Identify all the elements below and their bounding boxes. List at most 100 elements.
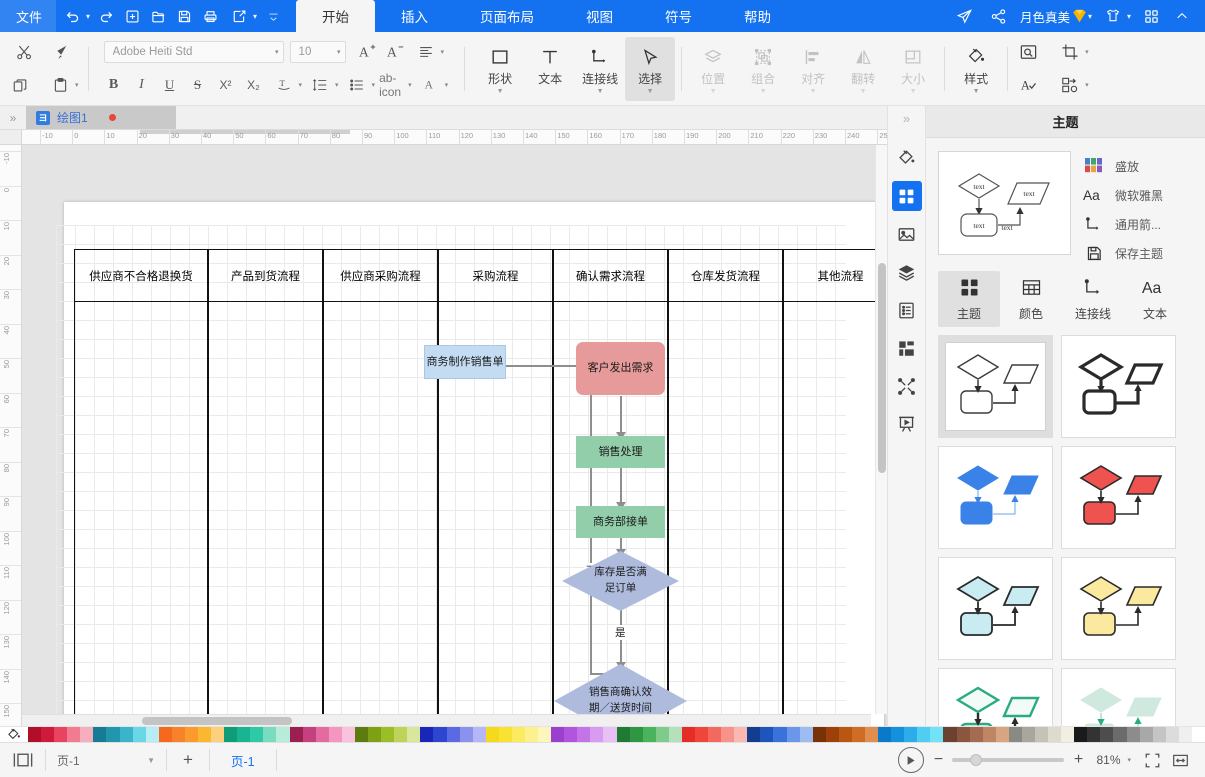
theme-thumbnail[interactable] — [1061, 668, 1176, 726]
rail-theme-button[interactable] — [891, 181, 922, 211]
theme-thumbnail[interactable] — [938, 335, 1053, 438]
color-swatch[interactable] — [433, 727, 447, 743]
crop-button[interactable]: ▾ — [1054, 38, 1091, 66]
color-swatch[interactable] — [1113, 727, 1127, 743]
color-swatch[interactable] — [551, 727, 565, 743]
color-swatch[interactable] — [158, 727, 172, 743]
font-size-select[interactable]: 10 ▾ — [289, 41, 346, 63]
chevron-down-icon[interactable]: ▾ — [1127, 756, 1131, 764]
text-effect-button[interactable]: T ▾ — [268, 71, 305, 99]
copy-button[interactable] — [6, 71, 34, 99]
rail-chart-button[interactable] — [892, 333, 922, 363]
color-swatch[interactable] — [930, 727, 944, 743]
font-color-button[interactable]: A ▾ — [414, 71, 451, 99]
color-swatch[interactable] — [1048, 727, 1062, 743]
color-swatch[interactable] — [381, 727, 395, 743]
tab-page-layout[interactable]: 页面布局 — [454, 0, 560, 32]
zoom-slider-knob[interactable] — [970, 754, 983, 766]
color-swatch[interactable] — [263, 727, 277, 743]
rail-fill-bucket-button[interactable] — [892, 143, 922, 173]
color-swatch[interactable] — [1191, 727, 1205, 743]
vertical-ruler[interactable]: -10 0 10 20 30 40 50 60 70 80 90 100 110 120 130 140 150… — [0, 145, 22, 726]
user-account-button[interactable]: 月色真美 ▾ — [1016, 0, 1096, 32]
color-swatch[interactable] — [1178, 727, 1192, 743]
color-swatch[interactable] — [276, 727, 290, 743]
color-swatch[interactable] — [302, 727, 316, 743]
color-swatch[interactable] — [851, 727, 865, 743]
theme-font-option[interactable]: Aa 微软雅黑 — [1083, 185, 1195, 205]
line-spacing-button[interactable]: ▾ — [304, 71, 341, 99]
color-swatch[interactable] — [1126, 727, 1140, 743]
color-swatch[interactable] — [904, 727, 918, 743]
bold-button[interactable]: B — [100, 71, 128, 99]
horizontal-scroll-thumb[interactable] — [142, 717, 292, 725]
color-swatch[interactable] — [1165, 727, 1179, 743]
color-swatch[interactable] — [969, 727, 983, 743]
color-swatch[interactable] — [184, 727, 199, 743]
page-select[interactable]: 页-1 ▼ — [51, 749, 161, 771]
italic-button[interactable]: I — [128, 71, 156, 99]
rail-presentation-button[interactable] — [892, 409, 922, 439]
lane-header-6[interactable]: 其他流程 — [783, 249, 887, 302]
theme-thumbnail[interactable] — [1061, 446, 1176, 549]
color-swatch[interactable] — [524, 727, 539, 743]
color-swatch[interactable] — [472, 727, 486, 743]
color-swatch[interactable] — [420, 727, 434, 743]
color-swatch[interactable] — [1021, 727, 1036, 743]
color-swatch[interactable] — [28, 727, 42, 743]
color-swatch[interactable] — [747, 727, 761, 743]
node-inventory-check[interactable]: 库存是否满 足订单 — [562, 551, 679, 611]
color-swatch[interactable] — [132, 727, 146, 743]
color-swatch[interactable] — [145, 727, 159, 743]
color-swatch[interactable] — [538, 727, 552, 743]
fullscreen-icon[interactable] — [1139, 748, 1165, 772]
theme-color-scheme-option[interactable]: 盛放 — [1083, 156, 1195, 176]
color-swatch[interactable] — [1008, 727, 1022, 743]
save-button[interactable] — [171, 0, 197, 32]
color-swatch[interactable] — [629, 727, 643, 743]
redo-button[interactable] — [93, 0, 119, 32]
tool-connector-button[interactable]: 连接线 ▼ — [575, 37, 625, 101]
color-swatch[interactable] — [80, 727, 94, 743]
tab-help[interactable]: 帮助 — [718, 0, 797, 32]
grid-apps-icon[interactable] — [1135, 0, 1167, 32]
fit-width-icon[interactable] — [1167, 748, 1193, 772]
paste-button[interactable]: ▾ — [44, 71, 81, 99]
tool-size-button[interactable]: 大小 ▼ — [888, 37, 938, 101]
color-swatch[interactable] — [878, 727, 892, 743]
zoom-out-button[interactable]: − — [926, 748, 950, 772]
lane-header-2[interactable]: 供应商采购流程 — [323, 249, 438, 302]
paragraph-align-button[interactable]: ▾ — [410, 38, 447, 66]
tool-text-button[interactable]: 文本 — [525, 37, 575, 101]
color-swatch[interactable] — [368, 727, 382, 743]
color-swatch[interactable] — [943, 727, 957, 743]
document-tab[interactable]: ヨ 绘图1 — [26, 106, 176, 129]
tool-shape-button[interactable]: 形状 ▼ — [475, 37, 525, 101]
theme-preview[interactable]: text text text text — [938, 151, 1071, 255]
decrease-font-button[interactable]: A — [382, 38, 410, 66]
segment-color[interactable]: 颜色 — [1000, 271, 1062, 327]
horizontal-ruler[interactable]: -10 0 10 20 30 40 50 60 70 80 90 100 110 120 130 140 150… — [22, 130, 887, 145]
color-swatch[interactable] — [289, 727, 303, 743]
color-swatch[interactable] — [511, 727, 525, 743]
color-swatch[interactable] — [760, 727, 774, 743]
color-swatch[interactable] — [224, 727, 238, 743]
canvas-horizontal-scrollbar[interactable] — [22, 714, 871, 726]
color-swatch[interactable] — [694, 727, 709, 743]
color-swatch[interactable] — [891, 727, 905, 743]
color-swatch[interactable] — [1074, 727, 1088, 743]
color-swatch[interactable] — [982, 727, 996, 743]
color-swatch[interactable] — [211, 727, 225, 743]
color-swatch[interactable] — [616, 727, 630, 743]
color-swatch[interactable] — [237, 727, 251, 743]
tool-flip-button[interactable]: 翻转 ▼ — [838, 37, 888, 101]
color-swatch[interactable] — [485, 727, 499, 743]
color-swatch[interactable] — [407, 727, 421, 743]
format-painter-button[interactable] — [48, 38, 76, 66]
color-swatch[interactable] — [1100, 727, 1114, 743]
color-swatch[interactable] — [590, 727, 604, 743]
segment-theme[interactable]: 主题 — [938, 271, 1000, 327]
rail-document-props-button[interactable] — [892, 295, 922, 325]
save-theme-option[interactable]: 保存主题 — [1083, 243, 1195, 263]
tab-view[interactable]: 视图 — [560, 0, 639, 32]
